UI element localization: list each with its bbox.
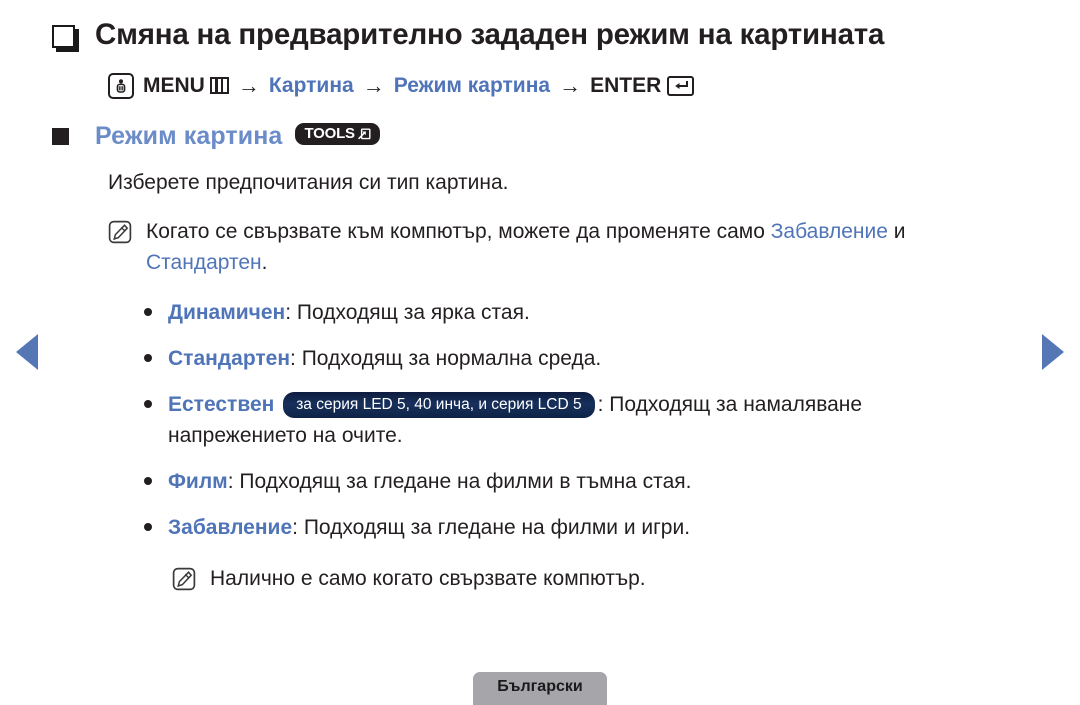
path-arrow-3: → (559, 72, 582, 98)
list-item: Забавление: Подходящ за гледане на филми… (144, 512, 952, 543)
page-heading: Смяна на предварително зададен режим на … (52, 14, 952, 56)
section-description: Изберете предпочитания си тип картина. (108, 170, 509, 194)
list-item: Динамичен: Подходящ за ярка стая. (144, 297, 952, 328)
mode-description: Подходящ за нормална среда. (301, 346, 602, 370)
path-arrow-2: → (362, 72, 385, 98)
mode-description: Подходящ за ярка стая. (296, 300, 530, 324)
mode-row-natural: Естествен за серия LED 5, 40 инча, и сер… (168, 389, 948, 452)
mode-name: Динамичен (168, 300, 286, 324)
mode-row-dynamic: Динамичен: Подходящ за ярка стая. (168, 297, 530, 328)
note-pc-availability: Налично е само когато свързвате компютър… (172, 563, 952, 594)
section-header: Режим картина TOOLS (52, 122, 952, 151)
mode-separator: : (285, 300, 297, 324)
mode-separator: : (292, 516, 304, 540)
mode-separator: : (227, 470, 240, 494)
note-pc-availability-text: Налично е само когато свързвате компютър… (210, 567, 646, 591)
mode-separator: : (597, 392, 610, 416)
section-title: Режим картина (95, 121, 283, 150)
bullet-dot-icon (144, 353, 152, 362)
next-page-arrow-icon[interactable] (1042, 334, 1064, 370)
list-item: Филм: Подходящ за гледане на филми в тъм… (144, 466, 952, 497)
note-highlight-standard: Стандартен (146, 251, 262, 275)
menu-step-picture-mode[interactable]: Режим картина (394, 74, 550, 98)
list-item: Естествен за серия LED 5, 40 инча, и сер… (144, 389, 952, 452)
note-text-part-2: и (887, 220, 906, 244)
footer: Български (0, 672, 1080, 705)
section-square-marker-icon (52, 127, 69, 145)
previous-page-arrow-icon[interactable] (16, 334, 38, 370)
hand-press-icon (108, 72, 134, 99)
language-tab: Български (473, 672, 607, 705)
note-text-part-1: Когато се свързвате към компютър, можете… (146, 220, 771, 244)
note-pc-connection: Когато се свързвате към компютър, можете… (108, 216, 952, 278)
bullet-dot-icon (144, 399, 152, 408)
enter-return-icon (667, 75, 695, 96)
tools-arrow-icon (357, 127, 371, 141)
mode-name: Филм (168, 470, 228, 494)
note-pencil-icon (172, 567, 196, 591)
mode-name: Забавление (168, 516, 293, 540)
bullet-dot-icon (144, 307, 152, 316)
bullet-dot-icon (144, 477, 152, 486)
mode-description: Подходящ за гледане на филми и игри. (303, 516, 691, 540)
menu-button-label: MENU (143, 73, 205, 97)
note-pencil-icon (108, 220, 132, 244)
mode-description: Подходящ за гледане на филми в тъмна ста… (239, 470, 692, 494)
manual-page: Смяна на предварително зададен режим на … (0, 0, 1080, 705)
heading-square-marker-icon (52, 25, 75, 48)
mode-name: Стандартен (168, 346, 291, 370)
tools-badge-label: TOOLS (304, 125, 355, 143)
picture-mode-list: Динамичен: Подходящ за ярка стая. Станда… (144, 297, 952, 544)
mode-separator: : (290, 346, 302, 370)
list-item: Стандартен: Подходящ за нормална среда. (144, 343, 952, 374)
note-text-part-3: . (261, 251, 268, 275)
mode-row-movie: Филм: Подходящ за гледане на филми в тъм… (168, 466, 691, 497)
menu-grid-icon (209, 77, 229, 95)
page-content: Смяна на предварително зададен режим на … (52, 14, 952, 595)
mode-row-standard: Стандартен: Подходящ за нормална среда. (168, 343, 601, 374)
menu-path-breadcrumb: MENU → Картина → Режим картина → ENTER (108, 72, 952, 99)
path-arrow-1: → (237, 72, 260, 98)
note-pc-connection-text: Когато се свързвате към компютър, можете… (146, 216, 946, 278)
page-title: Смяна на предварително зададен режим на … (95, 18, 885, 51)
mode-name: Естествен (168, 392, 275, 416)
bullet-dot-icon (144, 523, 152, 532)
mode-row-entertainment: Забавление: Подходящ за гледане на филми… (168, 512, 690, 543)
enter-button-label: ENTER (590, 73, 662, 97)
model-applicability-badge: за серия LED 5, 40 инча, и серия LCD 5 (283, 391, 595, 419)
note-highlight-entertainment: Забавление (770, 220, 888, 244)
menu-step-picture[interactable]: Картина (269, 74, 354, 98)
tools-badge: TOOLS (295, 123, 380, 146)
